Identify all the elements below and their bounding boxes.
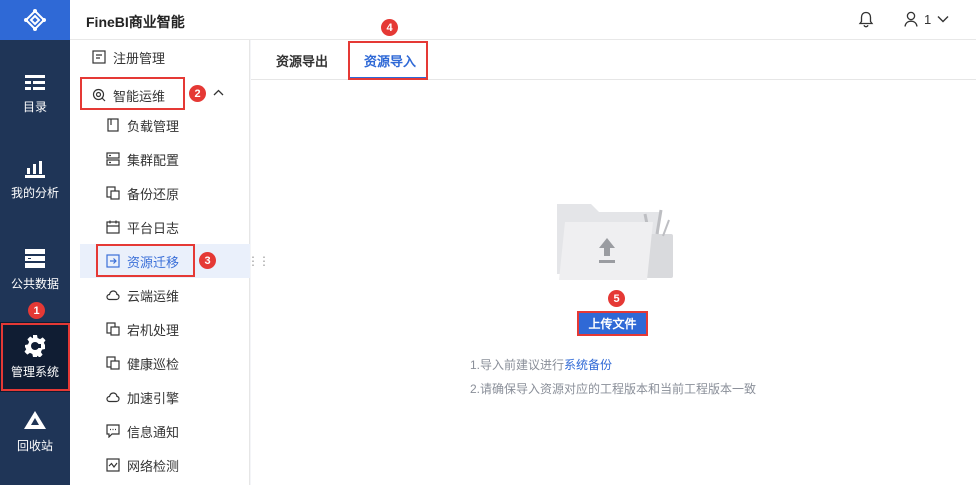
main-content: 资源导出 资源导入 上传文件 1.导入前建议进行系统备份 2.请确保导入资源对应… bbox=[251, 40, 976, 485]
sidebar-item-label: 信息通知 bbox=[127, 424, 180, 440]
sidebar-item-label: 健康巡检 bbox=[127, 356, 180, 372]
backup-icon bbox=[106, 186, 120, 200]
logo-icon bbox=[24, 9, 46, 31]
annotation-box-migration bbox=[96, 244, 195, 277]
log-icon bbox=[106, 220, 120, 234]
top-header: FineBI商业智能 1 bbox=[70, 0, 976, 40]
load-icon bbox=[107, 118, 119, 132]
empty-folder-illustration bbox=[557, 204, 673, 280]
annotation-badge-3: 3 bbox=[199, 252, 216, 269]
chevron-down-icon bbox=[937, 16, 949, 23]
chevron-up-icon[interactable] bbox=[213, 89, 224, 96]
sidebar-item-label: 平台日志 bbox=[127, 220, 180, 236]
engine-icon bbox=[106, 392, 120, 403]
sidebar-item-registration[interactable]: 注册管理 bbox=[92, 40, 165, 74]
sidebar-item-cluster-config[interactable]: 集群配置 bbox=[106, 142, 179, 176]
sidebar-item-notifications[interactable]: 信息通知 bbox=[106, 414, 179, 448]
server-icon bbox=[106, 152, 120, 166]
sidebar-item-label: 云端运维 bbox=[127, 288, 180, 304]
recycle-icon bbox=[24, 410, 46, 429]
tab-resource-export[interactable]: 资源导出 bbox=[276, 40, 328, 80]
sidebar-item-network-check[interactable]: 网络检测 bbox=[106, 448, 179, 482]
cloud-icon bbox=[106, 290, 120, 301]
annotation-badge-1: 1 bbox=[28, 302, 45, 319]
nav-item-catalog[interactable]: 目录 bbox=[0, 58, 70, 130]
annotation-badge-2: 2 bbox=[189, 85, 206, 102]
crash-icon bbox=[106, 322, 120, 336]
sidebar-resize-handle[interactable]: ⋮⋮ bbox=[247, 254, 270, 268]
nav-item-label: 我的分析 bbox=[10, 185, 59, 200]
chart-icon bbox=[25, 160, 45, 178]
sidebar-item-label: 备份还原 bbox=[127, 186, 180, 202]
user-name: 1 bbox=[924, 11, 932, 27]
import-tip-version: 2.请确保导入资源对应的工程版本和当前工程版本一致 bbox=[470, 382, 757, 396]
registration-icon bbox=[92, 50, 106, 64]
import-tip-backup: 1.导入前建议进行系统备份 bbox=[470, 356, 612, 373]
bell-icon[interactable] bbox=[858, 11, 874, 28]
annotation-box-smart-ops bbox=[80, 77, 185, 110]
sidebar-item-health-check[interactable]: 健康巡检 bbox=[106, 346, 179, 380]
annotation-box-upload bbox=[577, 311, 648, 336]
sidebar-item-label: 加速引擎 bbox=[127, 390, 180, 406]
nav-item-label: 回收站 bbox=[16, 438, 53, 453]
left-nav: 目录 我的分析 公共数据 管理系统 回收站 bbox=[0, 0, 70, 485]
annotation-box-import-tab bbox=[348, 41, 428, 80]
annotation-badge-5: 5 bbox=[608, 290, 625, 307]
logo[interactable] bbox=[0, 0, 70, 40]
user-menu[interactable]: 1 bbox=[904, 11, 949, 27]
nav-item-public-data[interactable]: 公共数据 bbox=[0, 234, 70, 306]
nav-item-my-analysis[interactable]: 我的分析 bbox=[0, 144, 70, 216]
nav-item-recycle-bin[interactable]: 回收站 bbox=[0, 396, 70, 468]
sidebar-item-label: 网络检测 bbox=[127, 458, 180, 474]
annotation-box-management bbox=[1, 323, 70, 391]
database-icon bbox=[25, 248, 45, 268]
network-icon bbox=[106, 458, 120, 472]
sidebar-item-platform-log[interactable]: 平台日志 bbox=[106, 210, 179, 244]
sidebar-item-label: 注册管理 bbox=[113, 50, 166, 66]
tip-text: 1.导入前建议进行 bbox=[470, 358, 565, 372]
sidebar-item-acceleration-engine[interactable]: 加速引擎 bbox=[106, 380, 179, 414]
sidebar-item-load-management[interactable]: 负载管理 bbox=[106, 108, 179, 142]
sidebar-item-label: 集群配置 bbox=[127, 152, 180, 168]
sidebar-item-crash-handling[interactable]: 宕机处理 bbox=[106, 312, 179, 346]
nav-item-label: 公共数据 bbox=[10, 276, 59, 291]
sidebar-item-backup-restore[interactable]: 备份还原 bbox=[106, 176, 179, 210]
app-title: FineBI商业智能 bbox=[86, 14, 185, 30]
annotation-badge-4: 4 bbox=[381, 19, 398, 36]
message-icon bbox=[106, 424, 120, 438]
sidebar-item-label: 负载管理 bbox=[127, 118, 180, 134]
sidebar-item-label: 宕机处理 bbox=[127, 322, 180, 338]
user-icon bbox=[904, 11, 918, 27]
catalog-icon bbox=[25, 74, 45, 90]
sidebar-item-cloud-ops[interactable]: 云端运维 bbox=[106, 278, 179, 312]
health-icon bbox=[106, 356, 120, 370]
system-backup-link[interactable]: 系统备份 bbox=[564, 358, 612, 372]
nav-item-label: 目录 bbox=[22, 99, 47, 114]
